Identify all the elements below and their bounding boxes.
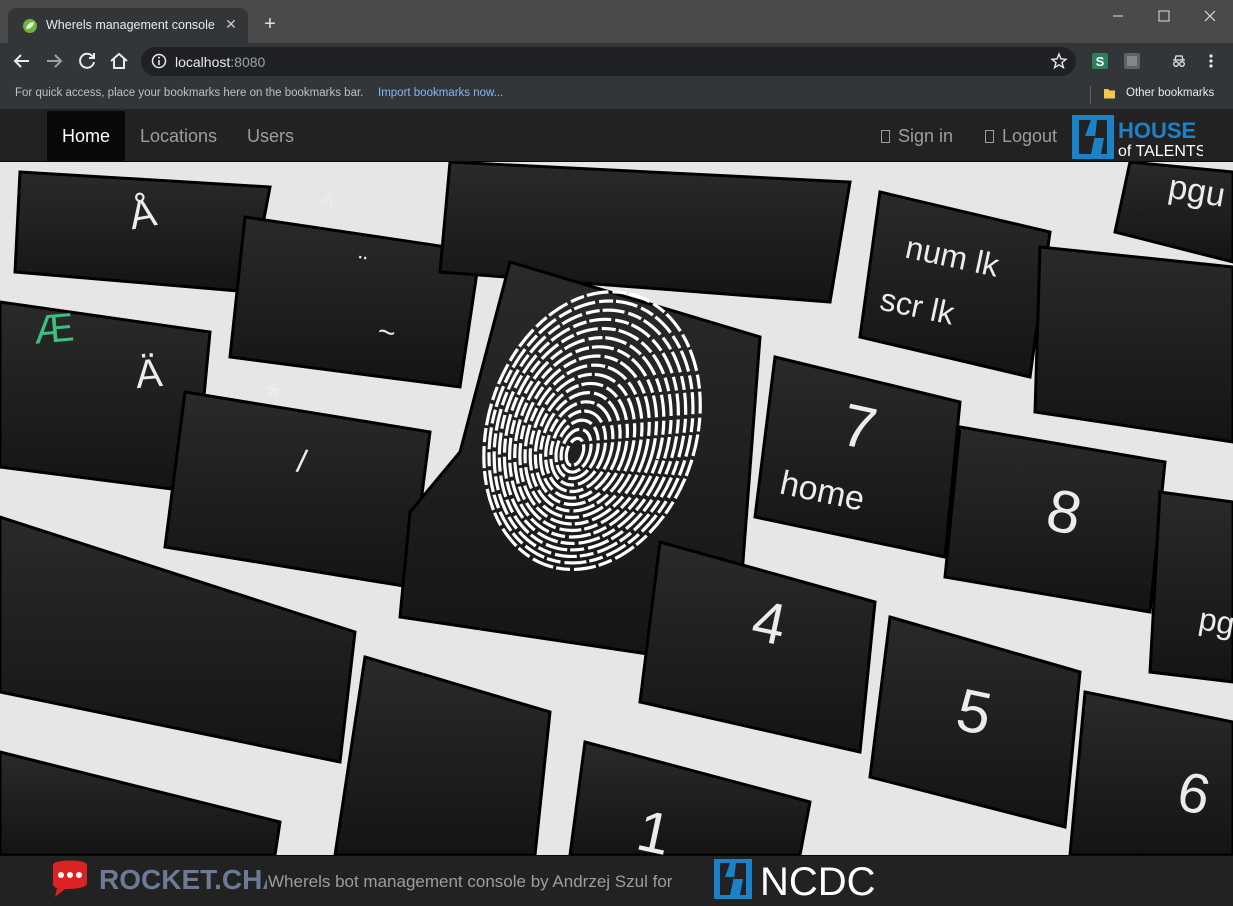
keyboard-fingerprint-illustration: Å ^¨~ÆÄ*/num lkscr lk7home 84561pgupg bbox=[0, 162, 1233, 855]
tab-close-icon[interactable]: ✕ bbox=[222, 15, 240, 33]
key-label: pg bbox=[1196, 600, 1233, 642]
forward-icon[interactable] bbox=[41, 48, 67, 74]
browser-window: Wherels management console ✕ + localhost… bbox=[0, 0, 1233, 906]
site-navbar: Home Locations Users Sign in Logout HOUS… bbox=[0, 111, 1233, 162]
minimize-icon[interactable] bbox=[1095, 0, 1141, 32]
new-tab-icon[interactable]: + bbox=[259, 13, 281, 35]
extension-grid-icon[interactable] bbox=[1123, 52, 1141, 70]
web-page: Home Locations Users Sign in Logout HOUS… bbox=[0, 111, 1233, 906]
spring-leaf-icon bbox=[23, 19, 37, 33]
browser-tab[interactable]: Wherels management console ✕ bbox=[8, 8, 248, 43]
star-icon[interactable] bbox=[1050, 52, 1068, 70]
back-icon[interactable] bbox=[9, 48, 35, 74]
site-footer: ROCKET.CHAT Wherels bot management conso… bbox=[0, 855, 1233, 906]
logout-icon bbox=[985, 130, 994, 143]
house-of-talents-logo: HOUSE of TALENTS bbox=[1072, 115, 1203, 160]
bookmarks-bar: For quick access, place your bookmarks h… bbox=[0, 80, 1233, 110]
other-bookmarks[interactable]: Other bookmarks bbox=[1126, 87, 1214, 99]
menu-icon[interactable] bbox=[1202, 52, 1220, 70]
ncdc-wordmark: NCDC bbox=[760, 860, 876, 901]
url-text[interactable]: localhost:8080 bbox=[175, 54, 265, 70]
browser-toolbar: localhost:8080 S bbox=[0, 43, 1233, 80]
extension-s-icon[interactable]: S bbox=[1091, 52, 1109, 70]
sign-in-label: Sign in bbox=[898, 126, 954, 146]
import-bookmarks-link[interactable]: Import bookmarks now... bbox=[378, 87, 503, 99]
home-icon[interactable] bbox=[106, 48, 132, 74]
reload-icon[interactable] bbox=[74, 48, 100, 74]
hero-image: Å ^ ¨ ~ Æ Ä * / num lk scr lk 7 home 8 4 5 6 1 pgu pg bbox=[0, 162, 1233, 855]
url-host: localhost bbox=[175, 54, 231, 70]
window-close-icon[interactable] bbox=[1187, 0, 1233, 32]
svg-text:S: S bbox=[1096, 54, 1105, 69]
nav-home[interactable]: Home bbox=[47, 111, 126, 161]
footer-credit: Wherels bot management console by Andrze… bbox=[268, 872, 673, 891]
rocket-chat-logo: ROCKET.CHAT bbox=[53, 860, 267, 897]
folder-icon bbox=[1104, 89, 1115, 99]
nav-locations[interactable]: Locations bbox=[125, 111, 232, 161]
bookmarks-divider bbox=[1090, 86, 1091, 104]
info-icon[interactable] bbox=[151, 53, 167, 69]
key-label: Ä bbox=[134, 351, 165, 397]
incognito-icon[interactable] bbox=[1170, 52, 1188, 70]
logo-line1: HOUSE bbox=[1118, 118, 1196, 143]
logo-line2: of TALENTS bbox=[1118, 143, 1203, 160]
address-bar[interactable]: localhost:8080 bbox=[141, 47, 1076, 76]
logout-link[interactable]: Logout bbox=[970, 111, 1072, 161]
logout-label: Logout bbox=[1002, 126, 1058, 146]
bookmarks-hint: For quick access, place your bookmarks h… bbox=[15, 87, 364, 99]
rocket-chat-wordmark: ROCKET.CHAT bbox=[99, 864, 267, 895]
url-port: :8080 bbox=[230, 54, 266, 70]
sign-in-link[interactable]: Sign in bbox=[866, 111, 968, 161]
tab-strip: Wherels management console ✕ + bbox=[0, 0, 1233, 43]
nav-users[interactable]: Users bbox=[232, 111, 309, 161]
ncdc-logo: NCDC bbox=[714, 859, 876, 901]
key-label: Æ bbox=[32, 305, 76, 352]
tab-title: Wherels management console bbox=[46, 18, 215, 32]
keyboard-key bbox=[1033, 245, 1233, 444]
keyboard-key bbox=[1148, 490, 1233, 684]
sign-in-icon bbox=[881, 130, 890, 143]
maximize-icon[interactable] bbox=[1141, 0, 1187, 32]
